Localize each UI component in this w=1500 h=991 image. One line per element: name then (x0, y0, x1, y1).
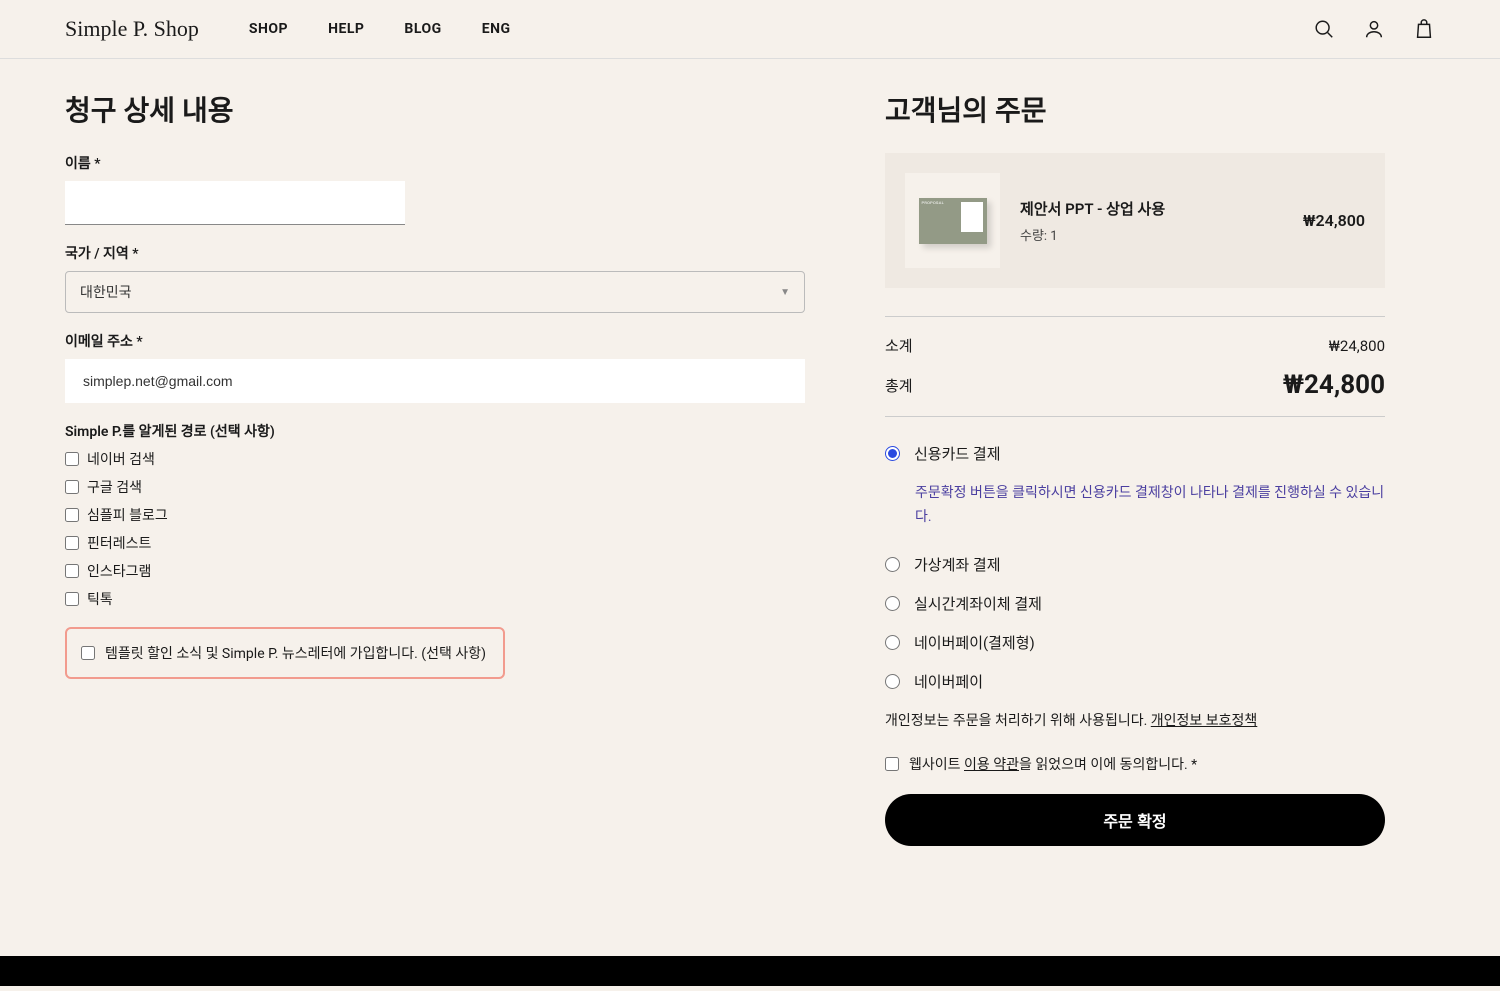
payment-selected-desc: 주문확정 버튼을 클릭하시면 신용카드 결제창이 나타나 결제를 진행하실 수 … (915, 482, 1385, 530)
logo[interactable]: Simple P. Shop (65, 16, 199, 42)
payment-methods: 신용카드 결제 주문확정 버튼을 클릭하시면 신용카드 결제창이 나타나 결제를… (885, 443, 1385, 692)
order-totals: 소계 ₩24,800 총계 ₩24,800 (885, 316, 1385, 400)
source-checkbox-google[interactable] (65, 480, 79, 494)
payment-option-transfer: 실시간계좌이체 결제 (885, 593, 1385, 614)
subtotal-value: ₩24,800 (1329, 337, 1385, 355)
payment-option-card: 신용카드 결제 (885, 443, 1385, 464)
email-input[interactable] (65, 359, 805, 403)
name-label: 이름 * (65, 153, 805, 173)
newsletter-label: 템플릿 할인 소식 및 Simple P. 뉴스레터에 가입합니다. (선택 사… (105, 643, 486, 663)
terms-link[interactable]: 이용 약관 (964, 757, 1019, 773)
total-label: 총계 (885, 375, 913, 396)
privacy-note: 개인정보는 주문을 처리하기 위해 사용됩니다. 개인정보 보호정책 (885, 710, 1385, 730)
confirm-order-button[interactable]: 주문 확정 (885, 794, 1385, 846)
source-label: Simple P.를 알게된 경로 (선택 사항) (65, 421, 805, 441)
payment-option-label: 가상계좌 결제 (914, 554, 1001, 575)
source-option-label: 심플피 블로그 (87, 505, 168, 525)
order-item-qty: 수량: 1 (1020, 225, 1303, 244)
country-field: 국가 / 지역 * 대한민국 ▼ (65, 243, 805, 313)
payment-radio-transfer[interactable] (885, 596, 900, 611)
main-nav: SHOP HELP BLOG ENG (249, 21, 511, 37)
bag-icon (1413, 18, 1435, 40)
main-content: 청구 상세 내용 이름 * 국가 / 지역 * 대한민국 ▼ 이메일 주소 * … (0, 59, 1500, 906)
product-thumbnail (905, 173, 1000, 268)
source-option-label: 틱톡 (87, 589, 113, 609)
email-field: 이메일 주소 * (65, 331, 805, 403)
account-button[interactable] (1363, 18, 1385, 40)
newsletter-checkbox[interactable] (81, 646, 95, 660)
order-title: 고객님의 주문 (885, 89, 1385, 129)
header-right (1313, 18, 1435, 40)
chevron-down-icon: ▼ (780, 287, 790, 298)
order-section: 고객님의 주문 제안서 PPT - 상업 사용 수량: 1 ₩24,800 소계… (885, 89, 1385, 846)
nav-eng[interactable]: ENG (482, 21, 511, 37)
source-checkbox-naver[interactable] (65, 452, 79, 466)
terms-checkbox[interactable] (885, 757, 899, 771)
order-item-name: 제안서 PPT - 상업 사용 (1020, 198, 1303, 219)
payment-radio-naverpay-checkout[interactable] (885, 635, 900, 650)
source-option-instagram: 인스타그램 (65, 561, 805, 581)
newsletter-optin: 템플릿 할인 소식 및 Simple P. 뉴스레터에 가입합니다. (선택 사… (65, 627, 505, 679)
billing-title: 청구 상세 내용 (65, 89, 805, 129)
site-header: Simple P. Shop SHOP HELP BLOG ENG (0, 0, 1500, 59)
payment-radio-card[interactable] (885, 446, 900, 461)
country-select[interactable]: 대한민국 ▼ (65, 271, 805, 313)
total-row: 총계 ₩24,800 (885, 370, 1385, 400)
country-value: 대한민국 (80, 282, 132, 302)
divider (885, 416, 1385, 417)
order-item: 제안서 PPT - 상업 사용 수량: 1 ₩24,800 (885, 153, 1385, 288)
country-label: 국가 / 지역 * (65, 243, 805, 263)
name-input[interactable] (65, 181, 405, 225)
search-icon (1313, 18, 1335, 40)
payment-radio-virtual[interactable] (885, 557, 900, 572)
source-option-label: 네이버 검색 (87, 449, 155, 469)
source-field: Simple P.를 알게된 경로 (선택 사항) 네이버 검색 구글 검색 심… (65, 421, 805, 609)
terms-label: 웹사이트 이용 약관을 읽었으며 이에 동의합니다. * (909, 754, 1197, 774)
source-option-blog: 심플피 블로그 (65, 505, 805, 525)
footer-bar (0, 956, 1500, 986)
source-checkbox-blog[interactable] (65, 508, 79, 522)
source-option-google: 구글 검색 (65, 477, 805, 497)
source-option-pinterest: 핀터레스트 (65, 533, 805, 553)
payment-option-label: 실시간계좌이체 결제 (914, 593, 1042, 614)
source-checkbox-instagram[interactable] (65, 564, 79, 578)
privacy-text: 개인정보는 주문을 처리하기 위해 사용됩니다. (885, 713, 1151, 729)
order-item-info: 제안서 PPT - 상업 사용 수량: 1 (1020, 198, 1303, 244)
payment-option-naverpay-checkout: 네이버페이(결제형) (885, 632, 1385, 653)
payment-radio-naverpay[interactable] (885, 674, 900, 689)
payment-option-naverpay: 네이버페이 (885, 671, 1385, 692)
payment-option-label: 네이버페이(결제형) (914, 632, 1035, 653)
nav-help[interactable]: HELP (328, 21, 364, 37)
subtotal-label: 소계 (885, 335, 913, 356)
user-icon (1363, 18, 1385, 40)
terms-row: 웹사이트 이용 약관을 읽었으며 이에 동의합니다. * (885, 754, 1385, 774)
payment-option-virtual: 가상계좌 결제 (885, 554, 1385, 575)
privacy-link[interactable]: 개인정보 보호정책 (1151, 713, 1258, 729)
cart-button[interactable] (1413, 18, 1435, 40)
source-option-label: 구글 검색 (87, 477, 142, 497)
thumbnail-graphic (919, 198, 987, 244)
source-option-label: 핀터레스트 (87, 533, 151, 553)
source-option-label: 인스타그램 (87, 561, 151, 581)
email-label: 이메일 주소 * (65, 331, 805, 351)
nav-blog[interactable]: BLOG (404, 21, 441, 37)
source-checkbox-tiktok[interactable] (65, 592, 79, 606)
search-button[interactable] (1313, 18, 1335, 40)
source-options: 네이버 검색 구글 검색 심플피 블로그 핀터레스트 인스타그램 (65, 449, 805, 609)
source-option-tiktok: 틱톡 (65, 589, 805, 609)
payment-option-label: 네이버페이 (914, 671, 983, 692)
header-left: Simple P. Shop SHOP HELP BLOG ENG (65, 16, 510, 42)
nav-shop[interactable]: SHOP (249, 21, 288, 37)
billing-section: 청구 상세 내용 이름 * 국가 / 지역 * 대한민국 ▼ 이메일 주소 * … (65, 89, 805, 846)
source-checkbox-pinterest[interactable] (65, 536, 79, 550)
subtotal-row: 소계 ₩24,800 (885, 335, 1385, 356)
name-field: 이름 * (65, 153, 805, 225)
source-option-naver: 네이버 검색 (65, 449, 805, 469)
order-item-price: ₩24,800 (1303, 211, 1365, 230)
total-value: ₩24,800 (1283, 370, 1385, 400)
payment-option-label: 신용카드 결제 (914, 443, 1001, 464)
